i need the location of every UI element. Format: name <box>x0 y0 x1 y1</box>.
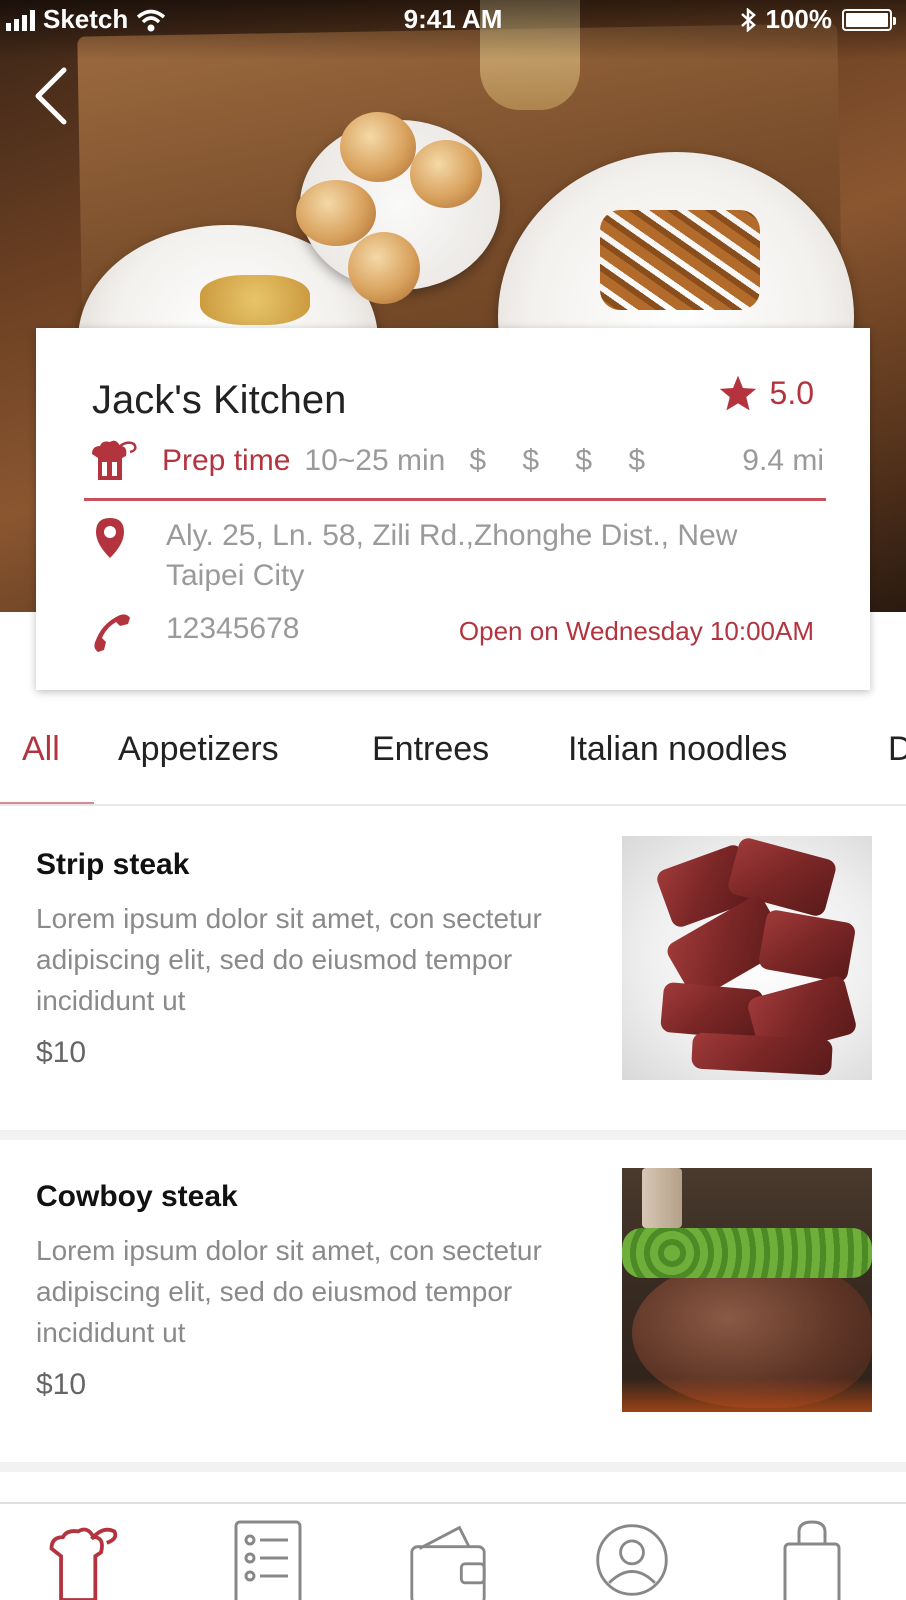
shopping-bag-icon <box>783 1520 841 1600</box>
wallet-icon <box>410 1525 486 1600</box>
back-arrow-icon <box>35 67 67 125</box>
menu-item-photo <box>622 836 872 1080</box>
nav-cart[interactable] <box>772 1518 852 1600</box>
menu-item-title: Strip steak <box>36 848 190 881</box>
star-icon <box>719 375 756 411</box>
battery-percent: 100% <box>765 4 833 34</box>
profile-icon <box>596 1524 668 1596</box>
chef-hat-icon <box>92 440 137 480</box>
tab-italian-noodles[interactable]: Italian noodles <box>568 730 787 769</box>
rating-value: 5.0 <box>769 374 814 411</box>
menu-item-title: Cowboy steak <box>36 1180 238 1213</box>
nav-profile[interactable] <box>592 1518 672 1600</box>
distance: 9.4 mi <box>742 444 824 477</box>
phone-number[interactable]: 12345678 <box>166 612 299 646</box>
prep-time-row: Prep time 10~25 min $ $ $ $ 9.4 mi <box>86 436 824 486</box>
menu-item-price: $10 <box>36 1036 87 1069</box>
address[interactable]: Aly. 25, Ln. 58, Zili Rd.,Zhonghe Dist.,… <box>166 516 806 596</box>
menu-item-price: $10 <box>36 1368 87 1401</box>
rating: 5.0 <box>718 374 814 412</box>
menu-separator <box>0 1130 906 1140</box>
restaurant-info-card: Jack's Kitchen 5.0 Prep time 10~25 min $… <box>36 328 870 690</box>
prep-time-label: Prep time <box>162 444 291 477</box>
menu-item-description: Lorem ipsum dolor sit amet, con sectetur… <box>36 1235 542 1348</box>
menu-separator <box>0 1462 906 1472</box>
tab-more[interactable]: D <box>888 730 906 769</box>
order-list-icon <box>234 1520 302 1600</box>
nav-menu[interactable] <box>42 1518 122 1600</box>
restaurant-name: Jack's Kitchen <box>92 378 347 422</box>
price-level: $ $ $ $ <box>469 444 660 477</box>
tab-all[interactable]: All <box>22 730 60 769</box>
back-button[interactable] <box>28 62 78 132</box>
chef-hat-icon <box>49 1527 118 1600</box>
opening-hours: Open on Wednesday 10:00AM <box>458 616 814 646</box>
bottom-nav <box>0 1502 906 1600</box>
menu-item-cowboy-steak[interactable]: Cowboy steak Lorem ipsum dolor sit amet,… <box>0 1140 906 1462</box>
nav-wallet[interactable] <box>408 1518 488 1600</box>
battery-icon <box>842 8 896 31</box>
tab-entrees[interactable]: Entrees <box>372 730 489 769</box>
active-tab-indicator <box>0 802 94 804</box>
location-pin-icon <box>90 516 130 565</box>
menu-item-photo <box>622 1168 872 1412</box>
menu-item-strip-steak[interactable]: Strip steak Lorem ipsum dolor sit amet, … <box>0 808 906 1130</box>
category-tabs: All Appetizers Entrees Italian noodles D <box>0 700 906 806</box>
bluetooth-icon <box>740 7 756 32</box>
nav-orders[interactable] <box>228 1518 308 1600</box>
card-divider <box>84 498 826 501</box>
prep-time-value: 10~25 min <box>304 444 446 477</box>
phone-icon <box>90 610 134 659</box>
tab-appetizers[interactable]: Appetizers <box>118 730 279 769</box>
status-bar: Sketch 9:41 AM 100% <box>0 0 906 40</box>
menu-item-description: Lorem ipsum dolor sit amet, con sectetur… <box>36 903 542 1016</box>
